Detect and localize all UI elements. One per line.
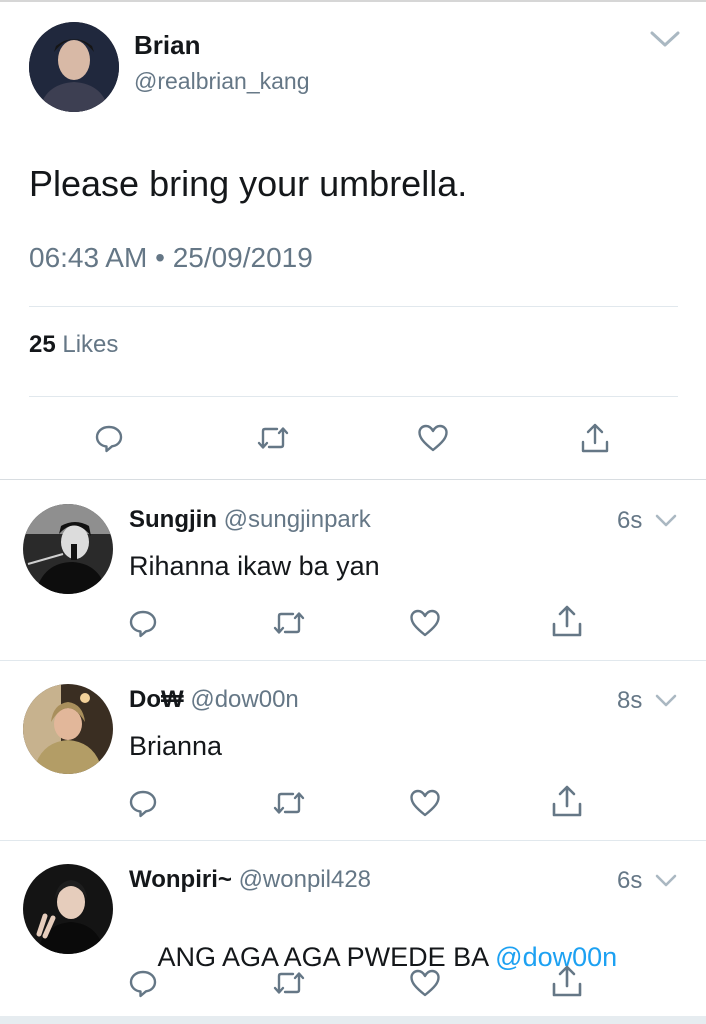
chevron-down-icon[interactable]: [655, 694, 677, 708]
reply-header: Wonpiri~ @wonpil428: [129, 866, 371, 894]
reply-text-line: ANG AGA AGA PWEDE BA @dow00n: [129, 911, 618, 1004]
main-tweet: Brian @realbrian_kang Please bring your …: [0, 0, 706, 480]
retweet-icon: [273, 972, 305, 994]
chevron-down-icon[interactable]: [650, 30, 680, 48]
avatar[interactable]: [23, 504, 113, 594]
reply-author-name[interactable]: Sungjin: [129, 506, 217, 533]
reply-tweet[interactable]: Wonpiri~ @wonpil428 6s ANG AGA AGA PWEDE…: [0, 840, 706, 1016]
reply-button[interactable]: [123, 783, 163, 823]
timestamp-separator: •: [155, 242, 165, 273]
divider: [29, 396, 678, 397]
reply-header: Do₩ @dow00n: [129, 686, 299, 714]
divider: [29, 306, 678, 307]
reply-icon: [95, 425, 123, 453]
share-button[interactable]: [547, 781, 587, 821]
share-button[interactable]: [547, 601, 587, 641]
like-button[interactable]: [405, 603, 445, 643]
like-button[interactable]: [405, 783, 445, 823]
reply-time: 6s: [617, 867, 643, 894]
likes-count[interactable]: 25 Likes: [29, 331, 118, 359]
tweet-time: 06:43 AM: [29, 242, 148, 273]
reply-author-handle[interactable]: @sungjinpark: [224, 506, 371, 533]
retweet-button[interactable]: [269, 603, 309, 643]
like-icon: [410, 789, 440, 817]
tweet-date: 25/09/2019: [172, 242, 313, 273]
likes-number: 25: [29, 331, 56, 358]
reply-author-handle[interactable]: @dow00n: [190, 686, 298, 713]
author-handle[interactable]: @realbrian_kang: [134, 68, 310, 95]
reply-icon: [129, 610, 157, 638]
reply-button[interactable]: [89, 418, 129, 458]
like-icon: [410, 969, 440, 997]
like-icon: [410, 609, 440, 637]
reply-author-name[interactable]: Wonpiri~: [129, 866, 232, 893]
retweet-button[interactable]: [269, 963, 309, 1003]
reply-text: Brianna: [129, 731, 223, 761]
tweet-text: Please bring your umbrella.: [29, 163, 468, 204]
chevron-down-icon[interactable]: [655, 514, 677, 528]
retweet-icon: [257, 427, 289, 449]
retweet-button[interactable]: [253, 418, 293, 458]
like-button[interactable]: [413, 418, 453, 458]
reply-icon: [129, 790, 157, 818]
reply-author-handle[interactable]: @wonpil428: [239, 866, 371, 893]
reply-author-name[interactable]: Do₩: [129, 686, 184, 713]
retweet-button[interactable]: [269, 783, 309, 823]
avatar[interactable]: [23, 684, 113, 774]
retweet-icon: [273, 612, 305, 634]
share-button[interactable]: [547, 961, 587, 1001]
like-icon: [418, 424, 448, 452]
share-icon: [552, 965, 582, 997]
share-icon: [581, 423, 609, 453]
avatar[interactable]: [23, 864, 113, 954]
reply-tweet[interactable]: Do₩ @dow00n 8s Brianna: [0, 660, 706, 840]
reply-text: Rihanna ikaw ba yan: [129, 551, 380, 581]
share-icon: [552, 605, 582, 637]
avatar[interactable]: [29, 22, 119, 112]
author-name[interactable]: Brian: [134, 30, 200, 61]
reply-tweet[interactable]: Sungjin @sungjinpark 6s Rihanna ikaw ba …: [0, 480, 706, 660]
tweet-timestamp: 06:43 AM • 25/09/2019: [29, 242, 313, 274]
share-button[interactable]: [575, 418, 615, 458]
likes-label: Likes: [62, 331, 119, 358]
like-button[interactable]: [405, 963, 445, 1003]
reply-button[interactable]: [123, 603, 163, 643]
reply-time: 6s: [617, 507, 643, 534]
retweet-icon: [273, 792, 305, 814]
bottom-bar: [0, 1016, 706, 1024]
reply-icon: [129, 970, 157, 998]
chevron-down-icon[interactable]: [655, 874, 677, 888]
reply-time: 8s: [617, 687, 643, 714]
share-icon: [552, 785, 582, 817]
reply-button[interactable]: [123, 963, 163, 1003]
reply-header: Sungjin @sungjinpark: [129, 506, 371, 534]
